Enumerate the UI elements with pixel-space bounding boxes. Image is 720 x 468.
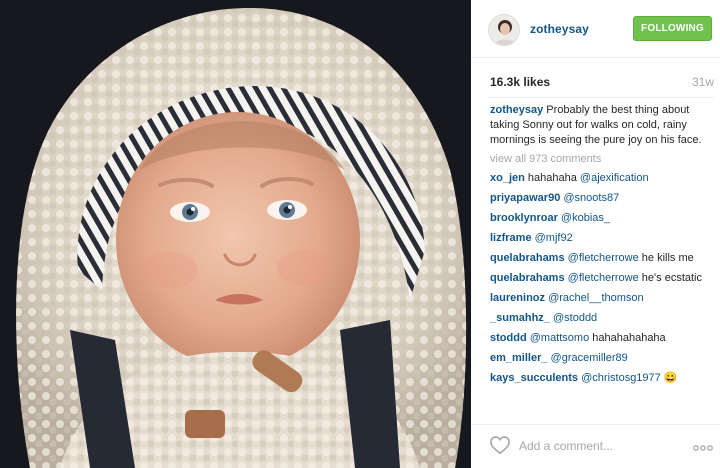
comment-row: priyapawar90 @snoots87 — [490, 191, 715, 206]
comment-row: laureninoz @rachel__thomson — [490, 291, 715, 306]
comment-username[interactable]: laureninoz — [490, 292, 545, 304]
comment-mention[interactable]: @christosg1977 — [581, 372, 661, 384]
view-all-comments-link[interactable]: view all 973 comments — [490, 152, 715, 167]
comment-mention[interactable]: @snoots87 — [563, 192, 619, 204]
ellipsis-icon[interactable] — [693, 440, 713, 451]
baby-in-hood-photo — [0, 0, 471, 468]
comment-username[interactable]: xo_jen — [490, 172, 525, 184]
following-button[interactable]: FOLLOWING — [633, 16, 712, 41]
comment-username[interactable]: kays_succulents — [490, 372, 578, 384]
comment-mention[interactable]: @kobias_ — [561, 212, 610, 224]
post-caption: zotheysay Probably the best thing about … — [490, 103, 715, 148]
comment-tail: hahahahahaha — [589, 332, 666, 344]
comment-row: quelabrahams @fletcherrowe he kills me — [490, 251, 715, 266]
comment-mention[interactable]: @mjf92 — [535, 232, 573, 244]
comment-tail: he's ecstatic — [638, 272, 702, 284]
comment-mention[interactable]: @mattsomo — [530, 332, 589, 344]
add-comment-input[interactable] — [519, 438, 659, 454]
post-details-panel: zotheysay FOLLOWING 16.3k likes 31w zoth… — [471, 0, 720, 468]
comment-username[interactable]: quelabrahams — [490, 252, 565, 264]
comment-mention[interactable]: @fletcherrowe — [568, 272, 639, 284]
comment-username[interactable]: priyapawar90 — [490, 192, 560, 204]
comment-row: quelabrahams @fletcherrowe he's ecstatic — [490, 271, 715, 286]
comment-row: kays_succulents @christosg1977 😀 — [490, 371, 715, 386]
comment-mention[interactable]: @gracemiller89 — [551, 352, 628, 364]
comment-text: hahahaha — [524, 172, 580, 184]
comment-row: _sumahhz_ @stoddd — [490, 311, 715, 326]
heart-outline-icon[interactable] — [489, 435, 511, 455]
post-header: zotheysay FOLLOWING — [471, 0, 720, 58]
comment-row: brooklynroar @kobias_ — [490, 211, 715, 226]
comment-row: lizframe @mjf92 — [490, 231, 715, 246]
divider — [488, 97, 714, 98]
comment-row: stoddd @mattsomo hahahahahaha — [490, 331, 715, 346]
comment-username[interactable]: brooklynroar — [490, 212, 558, 224]
post-stats: 16.3k likes 31w — [471, 58, 720, 100]
comment-tail: 😀 — [660, 372, 678, 384]
comment-row: xo_jen hahahaha @ajexification — [490, 171, 715, 186]
username-link[interactable]: zotheysay — [530, 22, 589, 36]
comment-tail: he kills me — [638, 252, 694, 264]
comments-list: zotheysay Probably the best thing about … — [490, 103, 715, 391]
comment-mention[interactable]: @ajexification — [580, 172, 649, 184]
avatar[interactable] — [488, 14, 520, 46]
comment-row: em_miller_ @gracemiller89 — [490, 351, 715, 366]
comment-mention[interactable]: @stoddd — [553, 312, 597, 324]
comment-mention[interactable]: @rachel__thomson — [548, 292, 644, 304]
avatar-image — [489, 15, 519, 45]
add-comment-bar — [471, 424, 720, 468]
comment-mention[interactable]: @fletcherrowe — [568, 252, 639, 264]
likes-count[interactable]: 16.3k likes — [490, 75, 550, 89]
comment-username[interactable]: lizframe — [490, 232, 532, 244]
comment-username[interactable]: em_miller_ — [490, 352, 547, 364]
post-time: 31w — [691, 75, 714, 89]
comment-username[interactable]: quelabrahams — [490, 272, 565, 284]
comment-username[interactable]: _sumahhz_ — [490, 312, 550, 324]
comment-username[interactable]: stoddd — [490, 332, 527, 344]
post-photo[interactable] — [0, 0, 471, 468]
caption-username[interactable]: zotheysay — [490, 104, 543, 116]
